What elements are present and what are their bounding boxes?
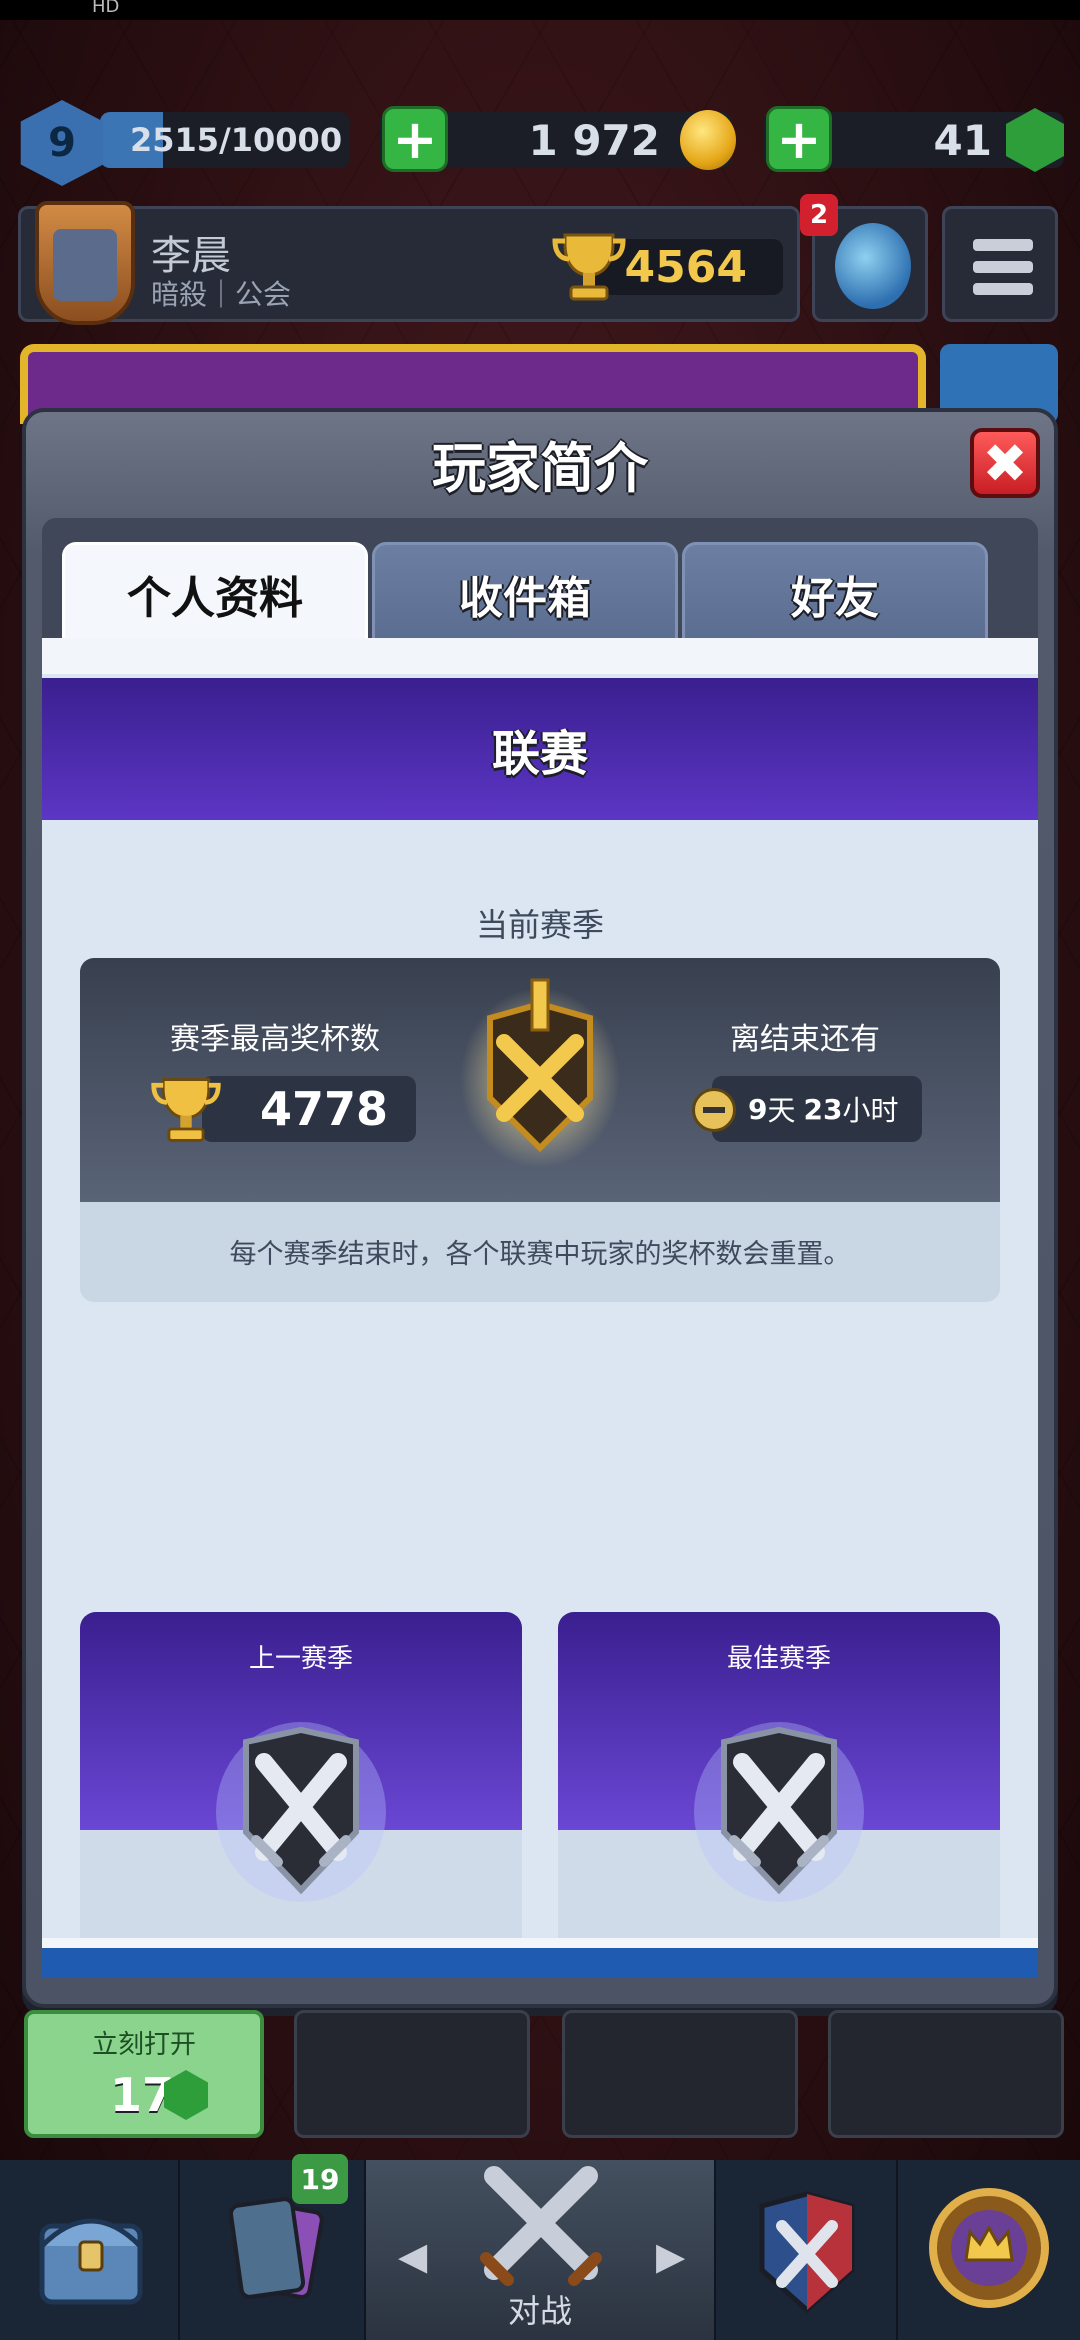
best-trophies-value: 4778 [260, 1082, 389, 1136]
tab-profile-label: 个人资料 [127, 572, 303, 624]
best-trophies-pill: 4778 [202, 1076, 416, 1142]
chest-slot-open-now[interactable]: 立刻打开 17 [24, 2010, 264, 2138]
nav-clan[interactable] [716, 2160, 898, 2340]
king-face [53, 229, 117, 301]
gem-value: 41 [933, 115, 992, 165]
season-reset-note: 每个赛季结束时，各个联赛中玩家的奖杯数会重置。 [229, 1239, 851, 1270]
nav-shop[interactable] [0, 2160, 180, 2340]
add-gold-button[interactable]: + [382, 106, 448, 172]
add-gems-button[interactable]: + [766, 106, 832, 172]
nav-battle[interactable]: ◀ ▶ 对战 [366, 2160, 716, 2340]
close-button[interactable]: ✖ [970, 428, 1040, 498]
menu-icon [973, 239, 1033, 251]
chest-slot-empty[interactable] [294, 2010, 530, 2138]
nav-right-arrow-icon[interactable]: ▶ [656, 2234, 685, 2278]
tab-inbox[interactable]: 收件箱 [372, 542, 678, 642]
trophy-icon [151, 1078, 221, 1142]
league-header: 联赛 [42, 678, 1038, 820]
open-now-label: 立刻打开 [91, 2030, 196, 2060]
previous-season-card[interactable]: 上一赛季 4544 [80, 1612, 522, 1978]
player-profile-modal: 玩家简介 ✖ 个人资料 收件箱 好友 联赛 当前赛季 赛季最高奖杯数 4778 [22, 408, 1058, 2008]
silver-swords-shield-icon [216, 1722, 386, 1902]
tab-profile[interactable]: 个人资料 [62, 542, 368, 642]
league-shield-icon [460, 978, 620, 1168]
crossed-swords-icon [480, 2166, 602, 2286]
best-season-card[interactable]: 最佳赛季 4544 [558, 1612, 1000, 1978]
gold-value: 1 972 [528, 115, 660, 165]
best-trophies-label: 赛季最高奖杯数 [170, 1022, 380, 1057]
clock-icon [692, 1088, 736, 1132]
tab-bar: 个人资料 收件箱 好友 [42, 518, 1038, 642]
battle-label: 对战 [507, 2292, 572, 2330]
gold-coin-icon [680, 110, 736, 170]
profile-bar[interactable]: 李晨 暗殺｜公会 4564 [18, 201, 800, 325]
menu-button[interactable] [942, 206, 1058, 322]
league-title: 联赛 [491, 726, 588, 782]
shop-chest-icon [39, 2218, 143, 2305]
best-season-title: 最佳赛季 [726, 1644, 831, 1674]
nav-events[interactable] [898, 2160, 1080, 2340]
trophy-value: 4564 [624, 241, 747, 293]
laurel-crown-icon [929, 2188, 1049, 2308]
content-top-strip [42, 638, 1038, 674]
level-badge[interactable]: 9 [20, 100, 104, 186]
status-bar: HD [0, 0, 1080, 20]
xp-value: 2515/10000 [130, 121, 343, 159]
content-bottom-band [42, 1948, 1038, 1978]
time-left-pill: 9 天 23 小时 [712, 1076, 922, 1142]
previous-season-title: 上一赛季 [248, 1644, 353, 1674]
clan-shield-icon [759, 2191, 855, 2314]
level-value: 9 [48, 120, 76, 166]
clan-globe-icon [835, 223, 911, 309]
hours-unit: 小时 [842, 1094, 899, 1127]
xp-bar: 2515/10000 [100, 112, 350, 168]
silver-swords-shield-icon [694, 1722, 864, 1902]
current-season-card: 赛季最高奖杯数 4778 离结束还有 9 天 23 小时 每个赛季结束时，各个联… [80, 958, 1000, 1302]
tab-friends[interactable]: 好友 [682, 542, 988, 642]
king-avatar-icon [35, 201, 135, 325]
clan-name: 暗殺｜公会 [151, 278, 292, 311]
notification-count: 2 [809, 200, 829, 230]
time-left-hours: 23 [803, 1092, 843, 1126]
modal-title: 玩家简介 [432, 437, 648, 500]
tab-inbox-label: 收件箱 [459, 572, 591, 624]
trophy-icon [552, 233, 626, 301]
cards-icon [228, 2197, 324, 2299]
close-icon: ✖ [982, 431, 1028, 495]
notification-badge: 2 [800, 194, 838, 236]
season-card-top: 赛季最高奖杯数 4778 离结束还有 9 天 23 小时 [80, 958, 1000, 1202]
chest-slot-empty[interactable] [562, 2010, 798, 2138]
resource-bar: 2515/10000 9 1 972 + 41 + [0, 100, 1080, 186]
hd-indicator: HD [92, 0, 120, 17]
cards-count-badge: 19 [292, 2154, 348, 2204]
time-left-label: 离结束还有 [730, 1022, 880, 1057]
time-left-days: 9 [748, 1092, 768, 1126]
profile-content[interactable]: 联赛 当前赛季 赛季最高奖杯数 4778 离结束还有 9 天 23 小时 每个赛… [42, 638, 1038, 1978]
current-season-label: 当前赛季 [475, 906, 604, 944]
nav-left-arrow-icon[interactable]: ◀ [398, 2234, 427, 2278]
chest-slot-empty[interactable] [828, 2010, 1064, 2138]
bottom-nav: ◀ ▶ 对战 [0, 2160, 1080, 2340]
days-unit: 天 [767, 1094, 796, 1127]
tab-friends-label: 好友 [791, 572, 879, 624]
cards-count: 19 [300, 2162, 340, 2196]
